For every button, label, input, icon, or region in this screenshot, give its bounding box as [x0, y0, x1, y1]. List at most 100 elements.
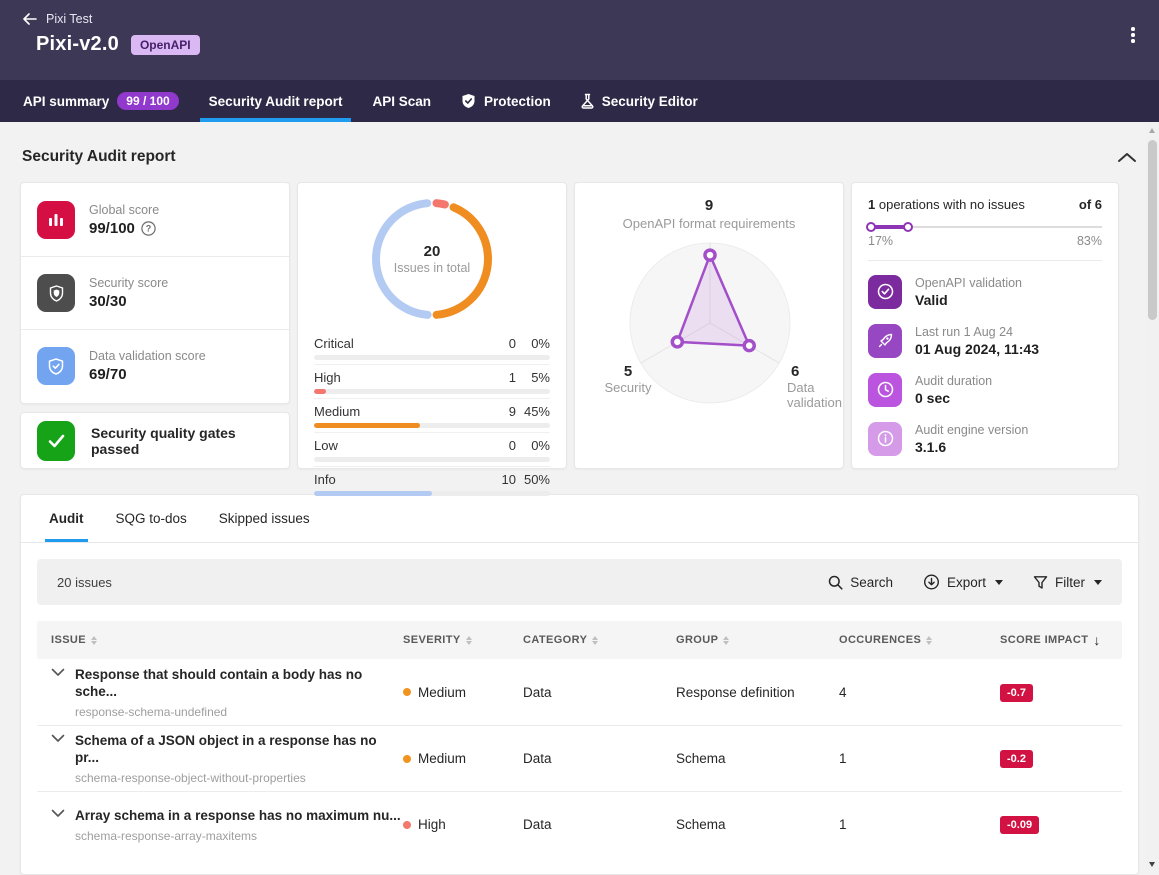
svg-text:?: ?: [146, 223, 152, 233]
severity-label: Critical: [314, 336, 492, 351]
run-status-card: 1 operations with no issues of 6 17% 83%: [851, 182, 1119, 469]
scroll-up-arrow-icon[interactable]: [1149, 128, 1155, 133]
info-circle-icon: [868, 422, 902, 456]
column-category[interactable]: CATEGORY: [523, 634, 676, 646]
vertical-scrollbar[interactable]: [1146, 122, 1159, 871]
tab-security-editor[interactable]: Security Editor: [566, 80, 713, 122]
issues-toolbar: 20 issues Search Export: [37, 559, 1122, 605]
app-header: Pixi Test Pixi-v2.0 OpenAPI: [0, 0, 1159, 80]
issues-total-value: 20: [424, 243, 441, 260]
kebab-menu-button[interactable]: [1123, 24, 1143, 46]
radar-top-value: 9: [575, 197, 843, 214]
occurrences-value: 4: [839, 685, 1000, 700]
expand-chevron-icon[interactable]: [51, 734, 65, 743]
search-button[interactable]: Search: [828, 575, 893, 590]
search-icon: [828, 575, 843, 590]
requirements-radar-card: 9 OpenAPI format requirements 5 Security…: [574, 182, 844, 469]
run-item-label: Audit duration: [915, 374, 992, 388]
severity-label: High: [314, 370, 492, 385]
expand-chevron-icon[interactable]: [51, 809, 65, 818]
filter-button[interactable]: Filter: [1033, 575, 1102, 590]
back-breadcrumb[interactable]: Pixi Test: [22, 12, 1139, 26]
severity-row-critical: Critical 0 0%: [314, 331, 550, 364]
group-value: Schema: [676, 751, 839, 766]
tab-protection[interactable]: Protection: [446, 80, 566, 122]
column-score-impact[interactable]: SCORE IMPACT↓: [1000, 632, 1122, 648]
check-icon: [37, 421, 75, 461]
issues-section: Audit SQG to-dos Skipped issues 20 issue…: [20, 494, 1139, 875]
radar-top-label: OpenAPI format requirements: [575, 216, 843, 231]
radar-data-validation-label: 6 Data validation: [787, 363, 849, 410]
operations-progress: [868, 222, 1102, 232]
tab-security-audit-report[interactable]: Security Audit report: [194, 80, 358, 122]
run-item-value: 0 sec: [915, 390, 992, 406]
api-type-badge: OpenAPI: [131, 35, 200, 55]
category-value: Data: [523, 817, 676, 832]
issue-rule-id: schema-response-array-maxitems: [75, 829, 401, 843]
help-icon[interactable]: ?: [141, 221, 156, 236]
tab-api-summary[interactable]: API summary 99 / 100: [8, 80, 194, 122]
occurrences-value: 1: [839, 751, 1000, 766]
run-item-value: 01 Aug 2024, 11:43: [915, 341, 1039, 357]
severity-bar: [314, 389, 550, 394]
tab-api-scan[interactable]: API Scan: [357, 80, 446, 122]
chevron-down-icon: [995, 580, 1003, 585]
column-group[interactable]: GROUP: [676, 634, 839, 646]
data-validation-score-item: Data validation score 69/70: [21, 329, 289, 402]
slider-handle-right: [903, 222, 913, 232]
breadcrumb-label[interactable]: Pixi Test: [46, 12, 92, 26]
severity-bar: [314, 423, 550, 428]
run-item-label: OpenAPI validation: [915, 276, 1022, 290]
issue-row[interactable]: Response that should contain a body has …: [37, 659, 1122, 725]
primary-nav: API summary 99 / 100 Security Audit repo…: [0, 80, 1159, 122]
audit-duration-item: Audit duration 0 sec: [868, 365, 1102, 414]
issue-rule-id: response-schema-undefined: [75, 705, 403, 719]
table-header: ISSUE SEVERITY CATEGORY GROUP OCCURENCES…: [37, 621, 1122, 659]
data-validation-score-label: Data validation score: [89, 349, 206, 363]
issue-rule-id: schema-response-object-without-propertie…: [75, 771, 403, 785]
severity-dot: [403, 688, 411, 696]
filter-funnel-icon: [1033, 575, 1048, 590]
tab-skipped-issues[interactable]: Skipped issues: [207, 495, 322, 542]
issue-row[interactable]: Schema of a JSON object in a response ha…: [37, 725, 1122, 791]
column-issue[interactable]: ISSUE: [51, 634, 403, 646]
issues-donut-card: 20 Issues in total Critical 0 0% High 1 …: [297, 182, 567, 469]
chevron-down-icon: [1094, 580, 1102, 585]
severity-pct: 0%: [516, 438, 550, 453]
issue-row[interactable]: Array schema in a response has no maximu…: [37, 791, 1122, 857]
shield-icon: [37, 274, 75, 312]
bar-chart-icon: [37, 201, 75, 239]
tab-sqg-todos[interactable]: SQG to-dos: [104, 495, 199, 542]
issues-count: 20 issues: [57, 575, 112, 590]
severity-dot: [403, 821, 411, 829]
severity-pct: 45%: [516, 404, 550, 419]
expand-chevron-icon[interactable]: [51, 668, 65, 677]
tab-audit[interactable]: Audit: [37, 495, 96, 542]
issues-total-label: Issues in total: [394, 261, 470, 275]
severity-row-medium: Medium 9 45%: [314, 398, 550, 432]
scores-card: Global score 99/100 ?: [20, 182, 290, 404]
severity-label: Low: [314, 438, 492, 453]
run-item-label: Last run 1 Aug 24: [915, 325, 1039, 339]
operations-left-pct: 17%: [868, 234, 893, 248]
shield-check-icon: [461, 93, 476, 109]
column-severity[interactable]: SEVERITY: [403, 634, 523, 646]
back-arrow-icon[interactable]: [22, 13, 37, 25]
score-impact-badge: -0.2: [1000, 750, 1033, 768]
score-impact-badge: -0.7: [1000, 684, 1033, 702]
collapse-chevron-up-icon[interactable]: [1117, 151, 1137, 163]
severity-row-info: Info 10 50%: [314, 466, 550, 500]
severity-count: 10: [492, 472, 516, 487]
scrollbar-thumb[interactable]: [1148, 140, 1157, 320]
global-score-label: Global score: [89, 203, 159, 217]
scroll-down-arrow-icon[interactable]: [1149, 862, 1155, 867]
occurrences-value: 1: [839, 817, 1000, 832]
security-score-label: Security score: [89, 276, 168, 290]
severity-bar: [314, 457, 550, 462]
data-validation-score-value: 69/70: [89, 366, 206, 383]
column-occurrences[interactable]: OCCURENCES: [839, 634, 1000, 646]
export-button[interactable]: Export: [923, 574, 1003, 590]
tab-api-scan-label: API Scan: [372, 94, 431, 109]
severity-pct: 5%: [516, 370, 550, 385]
severity-row-high: High 1 5%: [314, 364, 550, 398]
